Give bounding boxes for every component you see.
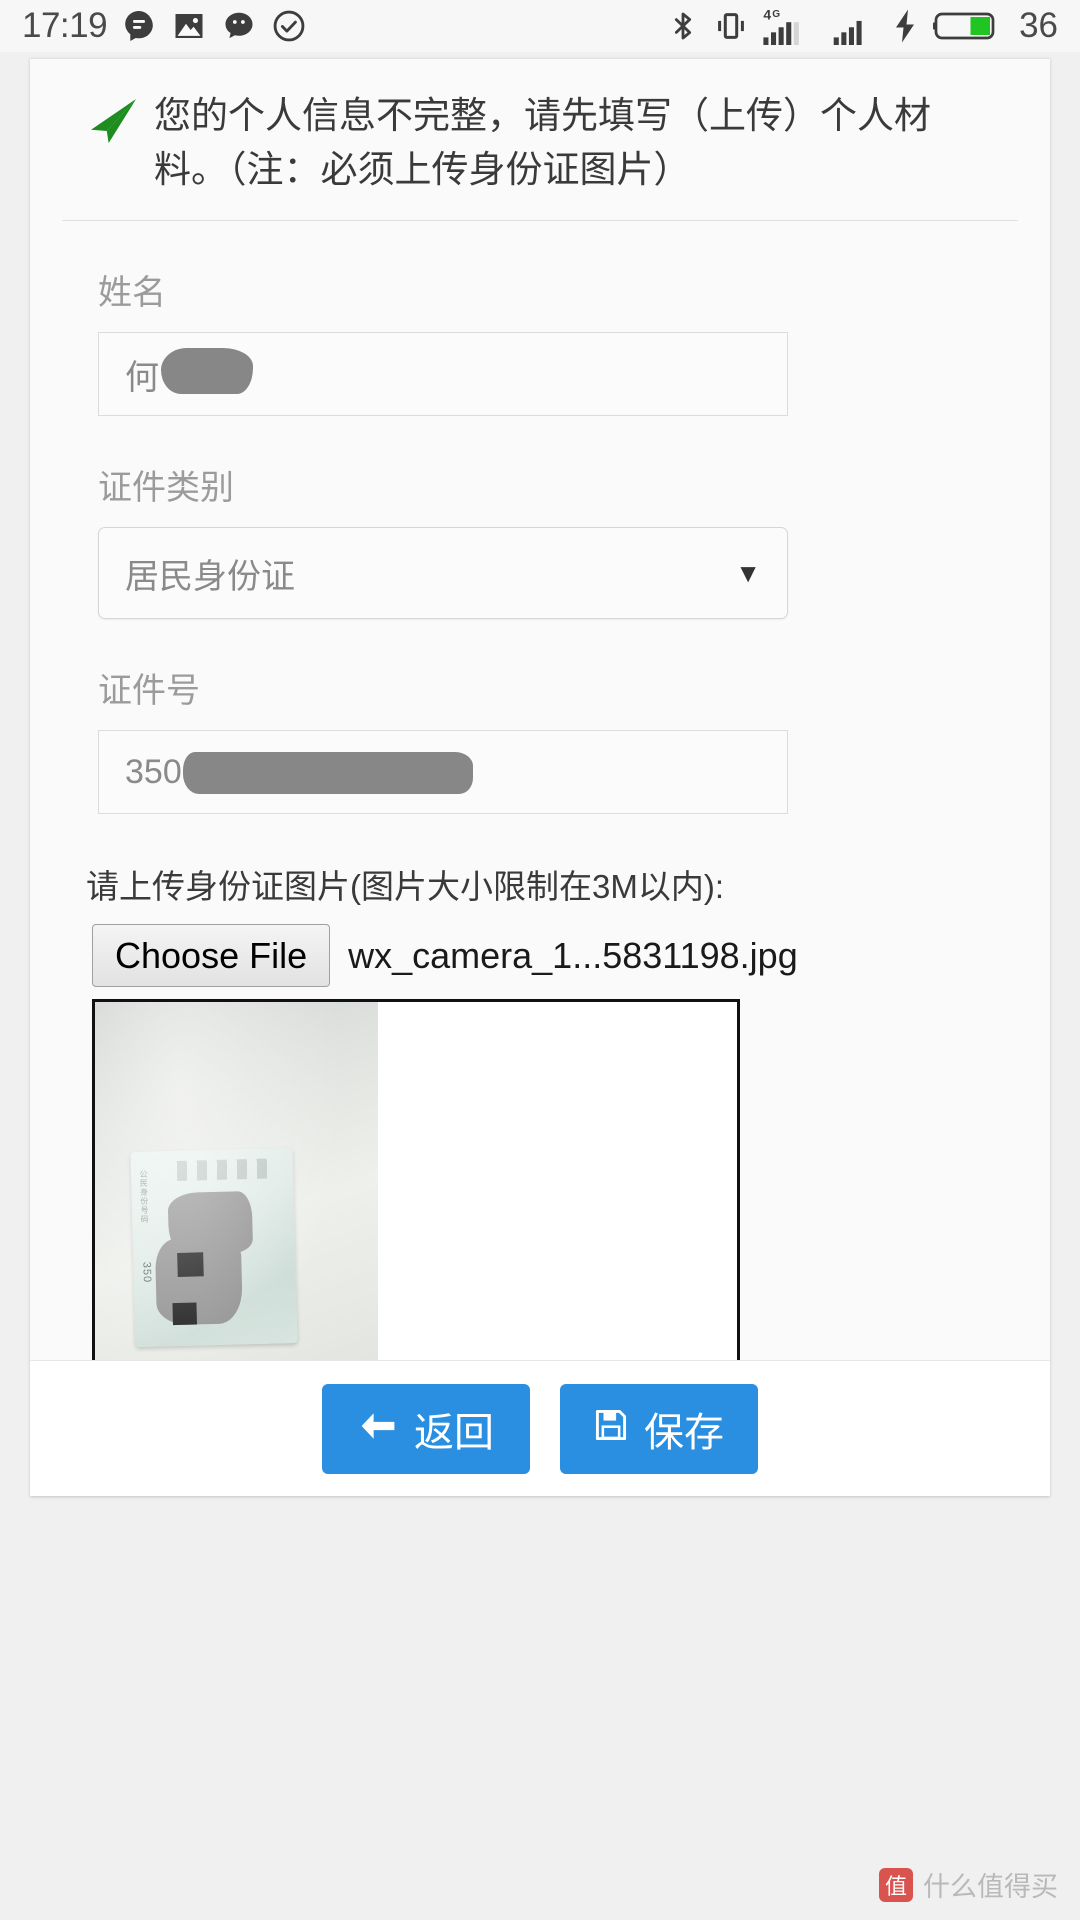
wechat-icon — [221, 8, 257, 44]
battery-icon — [933, 8, 999, 44]
action-bar: 返回 保存 — [30, 1360, 1050, 1496]
alert-banner: 您的个人信息不完整，请先填写（上传）个人材料。（注：必须上传身份证图片） — [30, 59, 1050, 196]
id-number-label: 证件号 — [98, 672, 200, 711]
status-time: 17:19 — [22, 6, 108, 45]
id-card-side-text: 公民身份号码 — [138, 1169, 150, 1225]
profile-form: 姓名 何 证件类别 居民身份证 ▼ 证件号 350 — [30, 265, 1050, 815]
id-type-label: 证件类别 — [98, 469, 234, 508]
back-button[interactable]: 返回 — [322, 1383, 530, 1474]
check-circle-icon — [271, 8, 307, 44]
name-redaction — [161, 348, 253, 395]
paper-plane-icon — [88, 97, 140, 150]
svg-text:G: G — [772, 9, 780, 20]
bluetooth-icon — [667, 8, 699, 44]
vibrate-icon — [713, 8, 749, 44]
id-type-select[interactable]: 居民身份证 ▼ — [98, 527, 788, 620]
charging-bolt-icon — [891, 8, 919, 44]
id-card-header-strip — [176, 1158, 274, 1182]
back-button-label: 返回 — [414, 1410, 494, 1455]
selected-file-name: wx_camera_1...5831198.jpg — [348, 934, 798, 976]
floppy-disk-icon — [594, 1408, 628, 1449]
arrow-left-icon — [358, 1410, 398, 1448]
save-button-label: 保存 — [644, 1410, 724, 1455]
watermark: 值 什么值得买 — [879, 1865, 1058, 1904]
header-divider — [62, 220, 1018, 222]
id-number-value: 350 — [125, 752, 182, 791]
id-card-redaction-2 — [154, 1237, 243, 1326]
name-value: 何 — [125, 358, 159, 397]
id-card-dark-patch-2 — [172, 1302, 198, 1326]
status-bar-right: 4 G 36 — [667, 6, 1058, 46]
upload-instruction: 请上传身份证图片(图片大小限制在3M以内): — [86, 868, 724, 906]
id-card-redaction-1 — [167, 1191, 254, 1256]
file-input-row[interactable]: Choose File wx_camera_1...5831198.jpg — [92, 924, 988, 988]
id-number-input[interactable]: 350 — [98, 730, 788, 815]
watermark-badge: 值 — [879, 1867, 913, 1902]
gallery-icon — [171, 8, 207, 44]
id-type-value: 居民身份证 — [125, 557, 295, 596]
svg-text:4: 4 — [763, 7, 771, 23]
status-bar: 17:19 4 G 36 — [0, 0, 1080, 52]
status-bar-left: 17:19 — [22, 6, 307, 46]
id-card-object: 公民身份号码 350 — [130, 1148, 298, 1348]
messaging-icon — [121, 8, 157, 44]
battery-level: 36 — [1019, 6, 1058, 45]
id-card-number-text: 350 — [140, 1261, 153, 1284]
signal-4g-icon: 4 G — [763, 7, 817, 45]
name-input[interactable]: 何 — [98, 332, 788, 417]
name-label: 姓名 — [98, 274, 166, 313]
choose-file-button[interactable]: Choose File — [92, 924, 331, 988]
chevron-down-icon[interactable]: ▼ — [735, 558, 761, 589]
page-card: 您的个人信息不完整，请先填写（上传）个人材料。（注：必须上传身份证图片） 姓名 … — [30, 58, 1050, 1496]
signal-icon — [831, 7, 877, 45]
save-button[interactable]: 保存 — [560, 1383, 758, 1474]
id-card-dark-patch-1 — [177, 1252, 204, 1278]
id-number-redaction — [182, 752, 473, 795]
watermark-text: 什么值得买 — [923, 1872, 1058, 1902]
alert-message: 您的个人信息不完整，请先填写（上传）个人材料。（注：必须上传身份证图片） — [154, 95, 931, 190]
